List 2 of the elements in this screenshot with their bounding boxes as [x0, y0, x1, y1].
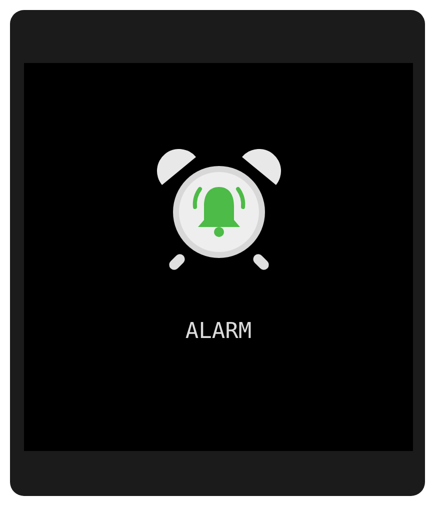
screen-label: ALARM — [185, 319, 252, 344]
alarm-clock-icon — [156, 149, 282, 271]
